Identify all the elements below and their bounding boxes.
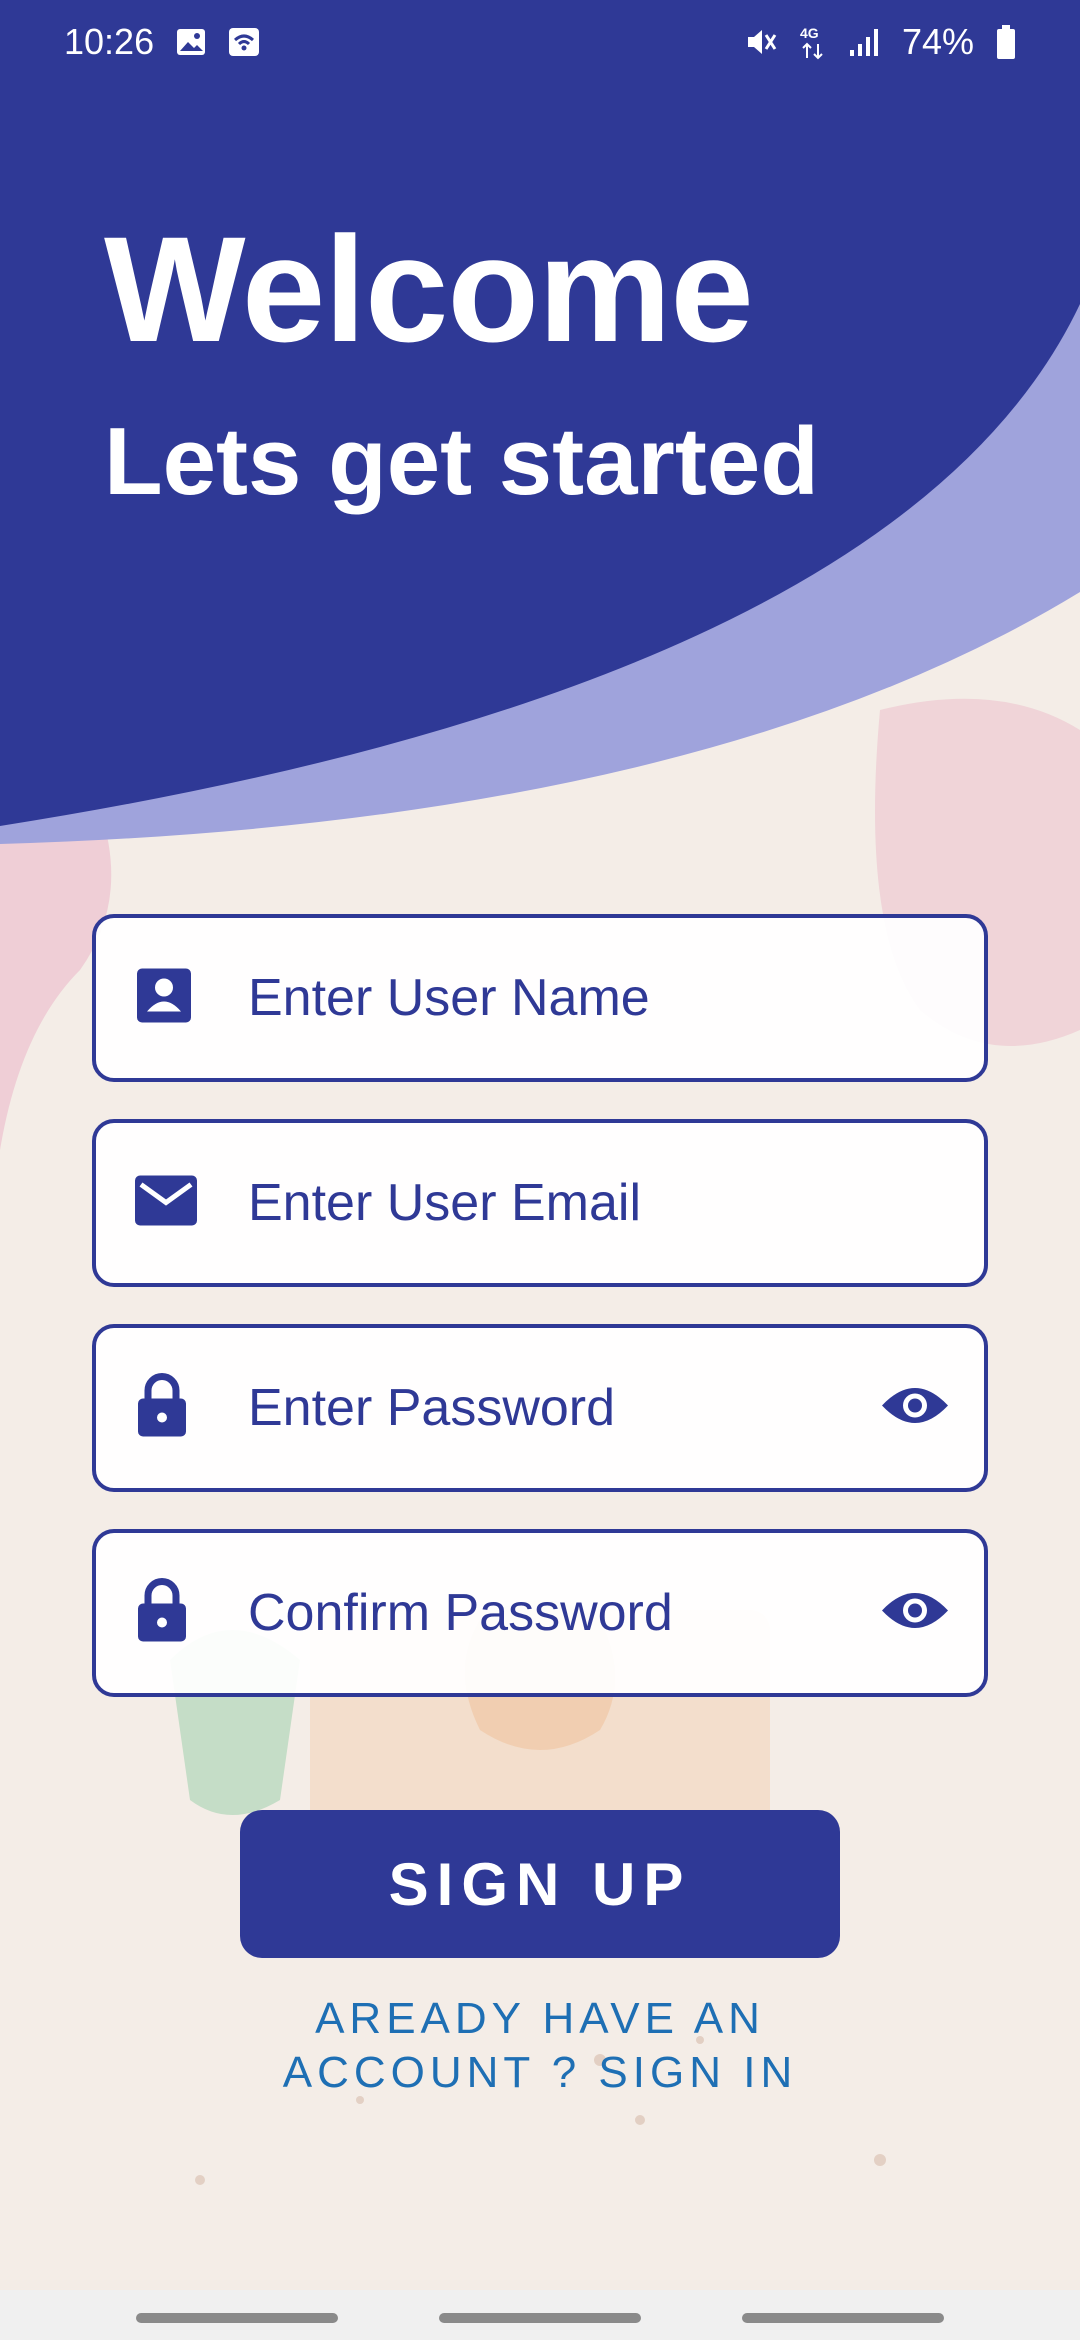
signal-icon bbox=[848, 26, 880, 58]
confirm-password-field[interactable] bbox=[92, 1529, 988, 1697]
status-right: 4G 74% bbox=[744, 21, 1016, 63]
sign-in-link[interactable]: AREADY HAVE AN ACCOUNT ? SIGN IN bbox=[200, 1992, 880, 2100]
status-bar: 10:26 4G 74% bbox=[0, 0, 1080, 84]
image-icon bbox=[176, 28, 206, 56]
nav-back-button[interactable] bbox=[742, 2313, 944, 2323]
eye-icon[interactable] bbox=[880, 1588, 950, 1639]
email-input[interactable] bbox=[248, 1123, 808, 1283]
password-input[interactable] bbox=[248, 1328, 808, 1488]
battery-icon bbox=[996, 25, 1016, 59]
lock-icon bbox=[134, 1373, 190, 1444]
svg-text:4G: 4G bbox=[800, 25, 819, 41]
nav-recents-button[interactable] bbox=[136, 2313, 338, 2323]
sign-in-link-line2: ACCOUNT ? SIGN IN bbox=[282, 2048, 798, 2097]
welcome-header: Welcome Lets get started bbox=[0, 84, 1080, 844]
username-field[interactable] bbox=[92, 914, 988, 1082]
nav-home-button[interactable] bbox=[439, 2313, 641, 2323]
navigation-bar bbox=[0, 2290, 1080, 2340]
password-field[interactable] bbox=[92, 1324, 988, 1492]
username-input[interactable] bbox=[248, 918, 808, 1078]
welcome-title: Welcome bbox=[104, 205, 754, 373]
wifi-hotspot-icon bbox=[228, 27, 260, 57]
sign-up-button[interactable]: SIGN UP bbox=[240, 1810, 840, 1958]
confirm-password-input[interactable] bbox=[248, 1533, 808, 1693]
sign-in-link-line1: AREADY HAVE AN bbox=[315, 1994, 765, 2043]
4g-icon: 4G bbox=[800, 24, 826, 60]
status-left: 10:26 bbox=[64, 21, 260, 63]
account-box-icon bbox=[134, 966, 194, 1031]
status-time: 10:26 bbox=[64, 21, 155, 62]
lock-icon bbox=[134, 1578, 190, 1649]
email-field[interactable] bbox=[92, 1119, 988, 1287]
mute-icon bbox=[744, 25, 778, 59]
eye-icon[interactable] bbox=[880, 1383, 950, 1434]
welcome-subtitle: Lets get started bbox=[104, 408, 819, 515]
email-icon bbox=[134, 1175, 198, 1232]
battery-percentage: 74% bbox=[901, 21, 974, 62]
